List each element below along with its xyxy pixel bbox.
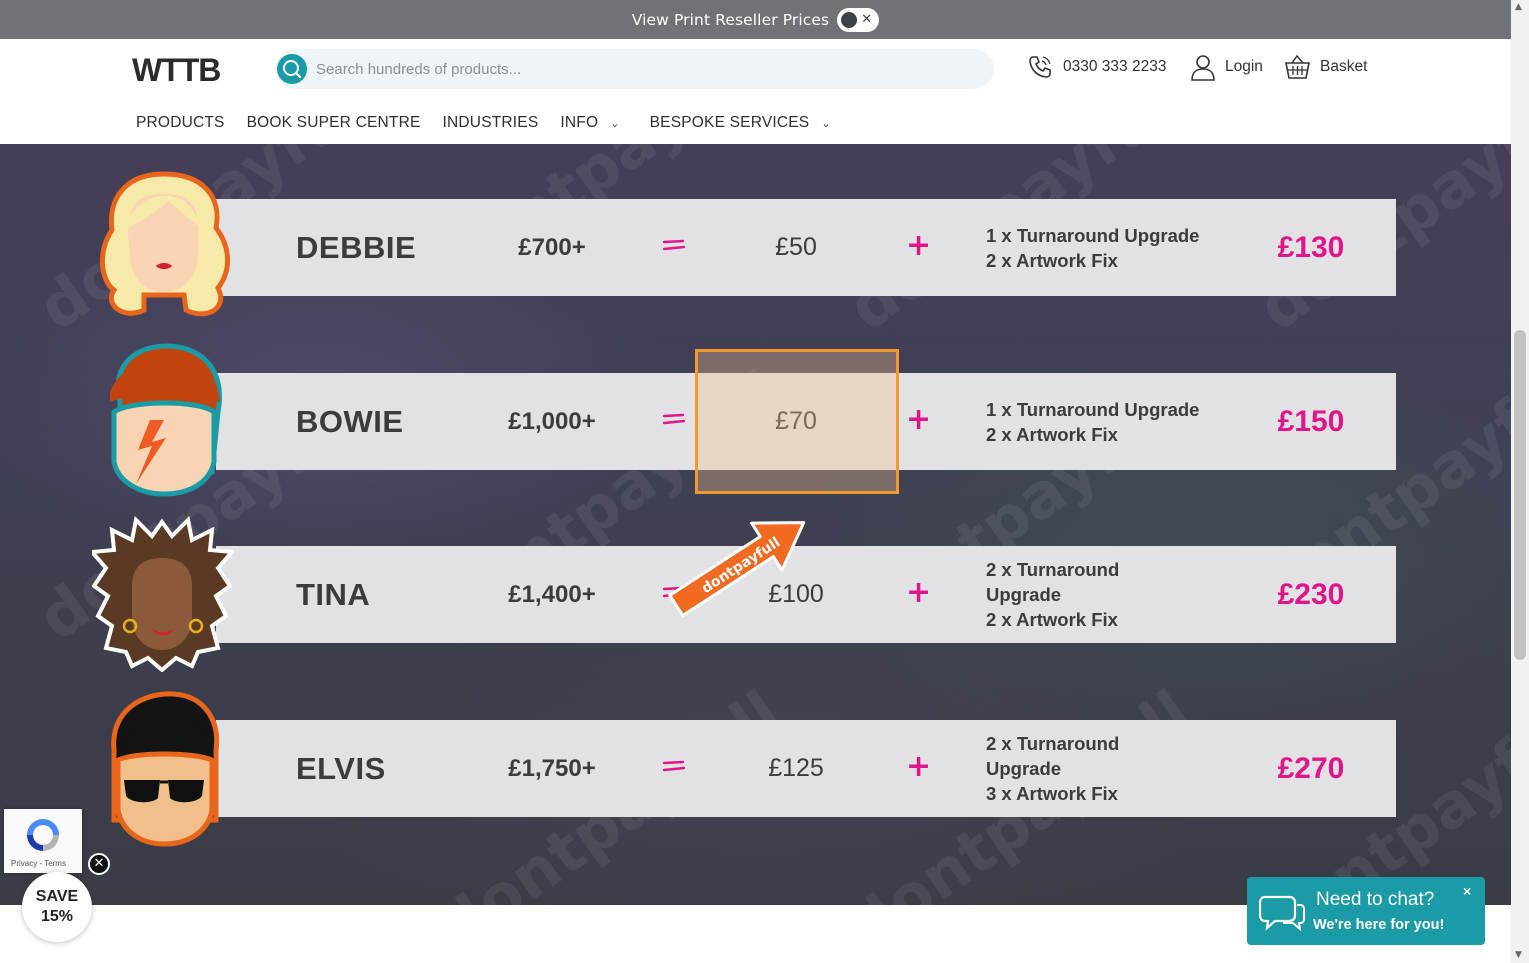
basket-icon — [1285, 54, 1310, 79]
arrow-label: dontpayfull — [699, 534, 783, 597]
plus-icon: + — [906, 402, 932, 437]
bowie-avatar-icon — [110, 343, 222, 497]
chat-widget[interactable]: Need to chat? We're here for you! × — [1247, 877, 1485, 945]
close-icon[interactable]: ✕ — [88, 853, 110, 875]
nav-label: BESPOKE SERVICES — [649, 114, 810, 131]
extra-item: 2 x Artwork Fix — [986, 423, 1118, 445]
tier-extras: 2 x Turnaround Upgrade 2 x Artwork Fix — [986, 546, 1226, 643]
save-line2: 15% — [40, 908, 74, 925]
scroll-thumb[interactable] — [1514, 330, 1526, 660]
scroll-up-icon[interactable]: ▲ — [1515, 2, 1522, 12]
close-icon[interactable]: × — [1463, 883, 1471, 899]
svg-text:WTTB: WTTB — [132, 53, 220, 87]
extra-item: 3 x Artwork Fix — [986, 783, 1118, 804]
tier-credit: £50 — [775, 233, 817, 261]
tier-extras: 1 x Turnaround Upgrade 2 x Artwork Fix — [986, 199, 1226, 296]
extra-item: Upgrade — [986, 758, 1062, 779]
recaptcha-links[interactable]: Privacy - Terms — [11, 859, 66, 868]
tier-total: £230 — [1277, 578, 1345, 611]
tier-spend: £1,750+ — [508, 755, 596, 782]
tier-row-elvis: ELVIS £1,750+ £125 + 2 x Turnaround Upgr… — [216, 720, 1396, 817]
search-input[interactable] — [316, 49, 976, 89]
main-nav: PRODUCTS BOOK SUPER CENTRE INDUSTRIES IN… — [136, 114, 831, 132]
nav-label: INDUSTRIES — [442, 114, 539, 131]
phone-link[interactable]: 0330 333 2233 — [1026, 53, 1166, 81]
tina-avatar-icon — [92, 516, 234, 672]
scroll-down-icon[interactable]: ▼ — [1515, 950, 1522, 960]
toggle-knob — [841, 11, 858, 28]
nav-label: PRODUCTS — [136, 114, 225, 131]
login-label: Login — [1225, 58, 1263, 75]
equals-icon — [662, 413, 686, 425]
nav-item-products[interactable]: PRODUCTS — [136, 114, 225, 132]
chat-title: Need to chat? — [1316, 889, 1435, 910]
nav-item-book-super-centre[interactable]: BOOK SUPER CENTRE — [247, 114, 421, 132]
chat-bubble-icon — [1259, 895, 1305, 931]
extra-item: Upgrade — [986, 584, 1062, 605]
extra-item: 2 x Artwork Fix — [986, 609, 1118, 630]
tier-spend: £1,400+ — [508, 581, 596, 608]
nav-item-info[interactable]: INFO ⌄ — [560, 114, 619, 132]
site-header: WTTB 0330 333 2233 Login — [0, 39, 1511, 144]
extra-item: 2 x Turnaround — [986, 559, 1120, 580]
equals-icon — [662, 239, 686, 251]
plus-icon: + — [906, 575, 932, 610]
extra-item: 1 x Turnaround Upgrade — [986, 398, 1200, 420]
chat-subtitle: We're here for you! — [1313, 917, 1445, 933]
nav-item-bespoke-services[interactable]: BESPOKE SERVICES ⌄ — [650, 114, 831, 132]
save-line1: SAVE — [35, 888, 79, 905]
nav-item-industries[interactable]: INDUSTRIES — [443, 114, 539, 132]
extra-item: 2 x Turnaround — [986, 733, 1120, 754]
tier-row-debbie: DEBBIE £700+ £50 + 1 x Turnaround Upgrad… — [216, 199, 1396, 296]
tier-extras: 2 x Turnaround Upgrade 3 x Artwork Fix — [986, 720, 1226, 817]
tier-total: £130 — [1277, 231, 1345, 264]
chevron-down-icon: ⌄ — [610, 117, 620, 130]
chevron-down-icon: ⌄ — [821, 117, 831, 130]
login-link[interactable]: Login — [1190, 53, 1263, 81]
rewards-band: dontpayfull dontpayfull dontpayfull dont… — [0, 144, 1511, 905]
recaptcha-badge[interactable]: Privacy - Terms — [4, 809, 82, 873]
reseller-label: View Print Reseller Prices — [631, 10, 830, 29]
user-icon — [1191, 55, 1215, 81]
tier-spend: £700+ — [518, 234, 586, 261]
elvis-avatar-icon — [111, 691, 220, 847]
nav-label: INFO — [560, 114, 599, 131]
tier-name: BOWIE — [296, 404, 404, 439]
basket-label: Basket — [1320, 58, 1368, 75]
arrow-annotation-icon: dontpayfull — [668, 521, 806, 617]
wttb-logo[interactable]: WTTB — [132, 53, 236, 87]
reseller-bar: View Print Reseller Prices ✕ — [0, 0, 1511, 39]
highlight-box — [695, 349, 899, 494]
tier-extras: 1 x Turnaround Upgrade 2 x Artwork Fix — [986, 373, 1226, 470]
tier-name: TINA — [296, 577, 371, 612]
plus-icon: + — [906, 228, 932, 263]
phone-number: 0330 333 2233 — [1063, 58, 1167, 75]
tier-total: £150 — [1277, 405, 1345, 438]
plus-icon: + — [906, 749, 932, 784]
tier-credit: £125 — [768, 754, 824, 782]
recaptcha-icon — [27, 819, 59, 851]
tier-name: ELVIS — [296, 751, 386, 786]
nav-label: BOOK SUPER CENTRE — [246, 114, 421, 131]
basket-link[interactable]: Basket — [1284, 53, 1367, 81]
save-badge[interactable]: SAVE 15% — [22, 872, 92, 942]
debbie-avatar-icon — [99, 171, 231, 317]
close-icon: ✕ — [861, 11, 873, 27]
extra-item: 1 x Turnaround Upgrade — [986, 224, 1200, 246]
tier-name: DEBBIE — [296, 230, 417, 265]
phone-icon — [1029, 56, 1051, 78]
tier-total: £270 — [1277, 752, 1345, 785]
extra-item: 2 x Artwork Fix — [986, 249, 1118, 271]
reseller-toggle[interactable]: ✕ — [837, 7, 880, 32]
search-icon[interactable] — [277, 54, 307, 84]
scrollbar[interactable]: ▲ ▼ — [1511, 0, 1529, 963]
search-bar — [276, 49, 994, 89]
equals-icon — [662, 760, 686, 772]
tier-spend: £1,000+ — [508, 408, 596, 435]
